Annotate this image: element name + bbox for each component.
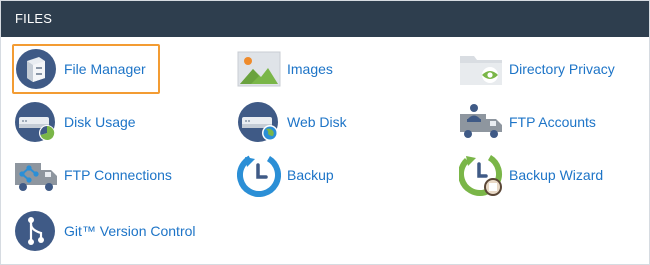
item-label: Git™ Version Control <box>64 223 196 239</box>
item-label: File Manager <box>64 61 146 77</box>
file-manager-icon <box>14 47 58 91</box>
item-label: Backup Wizard <box>509 167 604 183</box>
ftp-accounts-icon <box>459 100 503 144</box>
disk-usage-link[interactable]: Disk Usage <box>14 99 136 145</box>
web-disk-icon <box>237 100 281 144</box>
ftp-connections-icon <box>14 153 58 197</box>
backup-wizard-link[interactable]: Backup Wizard <box>459 152 603 198</box>
disk-usage-icon <box>14 100 58 144</box>
images-icon <box>237 47 281 91</box>
item-label: Images <box>287 61 333 77</box>
item-label: Backup <box>287 167 334 183</box>
item-label: FTP Connections <box>64 167 172 183</box>
file-manager-link[interactable]: File Manager <box>12 44 160 94</box>
directory-privacy-link[interactable]: Directory Privacy <box>459 46 615 92</box>
files-panel: FILES File Manager Images Directory Priv… <box>0 0 650 265</box>
backup-icon <box>237 153 281 197</box>
images-link[interactable]: Images <box>237 46 333 92</box>
git-version-control-icon <box>14 209 58 253</box>
item-label: FTP Accounts <box>509 114 596 130</box>
item-label: Directory Privacy <box>509 61 615 77</box>
ftp-accounts-link[interactable]: FTP Accounts <box>459 99 596 145</box>
item-label: Disk Usage <box>64 114 136 130</box>
directory-privacy-icon <box>459 47 503 91</box>
git-version-control-link[interactable]: Git™ Version Control <box>14 208 196 254</box>
ftp-connections-link[interactable]: FTP Connections <box>14 152 172 198</box>
panel-title: FILES <box>1 1 649 37</box>
backup-wizard-icon <box>459 153 503 197</box>
backup-link[interactable]: Backup <box>237 152 334 198</box>
item-label: Web Disk <box>287 114 347 130</box>
web-disk-link[interactable]: Web Disk <box>237 99 347 145</box>
files-grid: File Manager Images Directory Privacy Di… <box>1 37 649 264</box>
